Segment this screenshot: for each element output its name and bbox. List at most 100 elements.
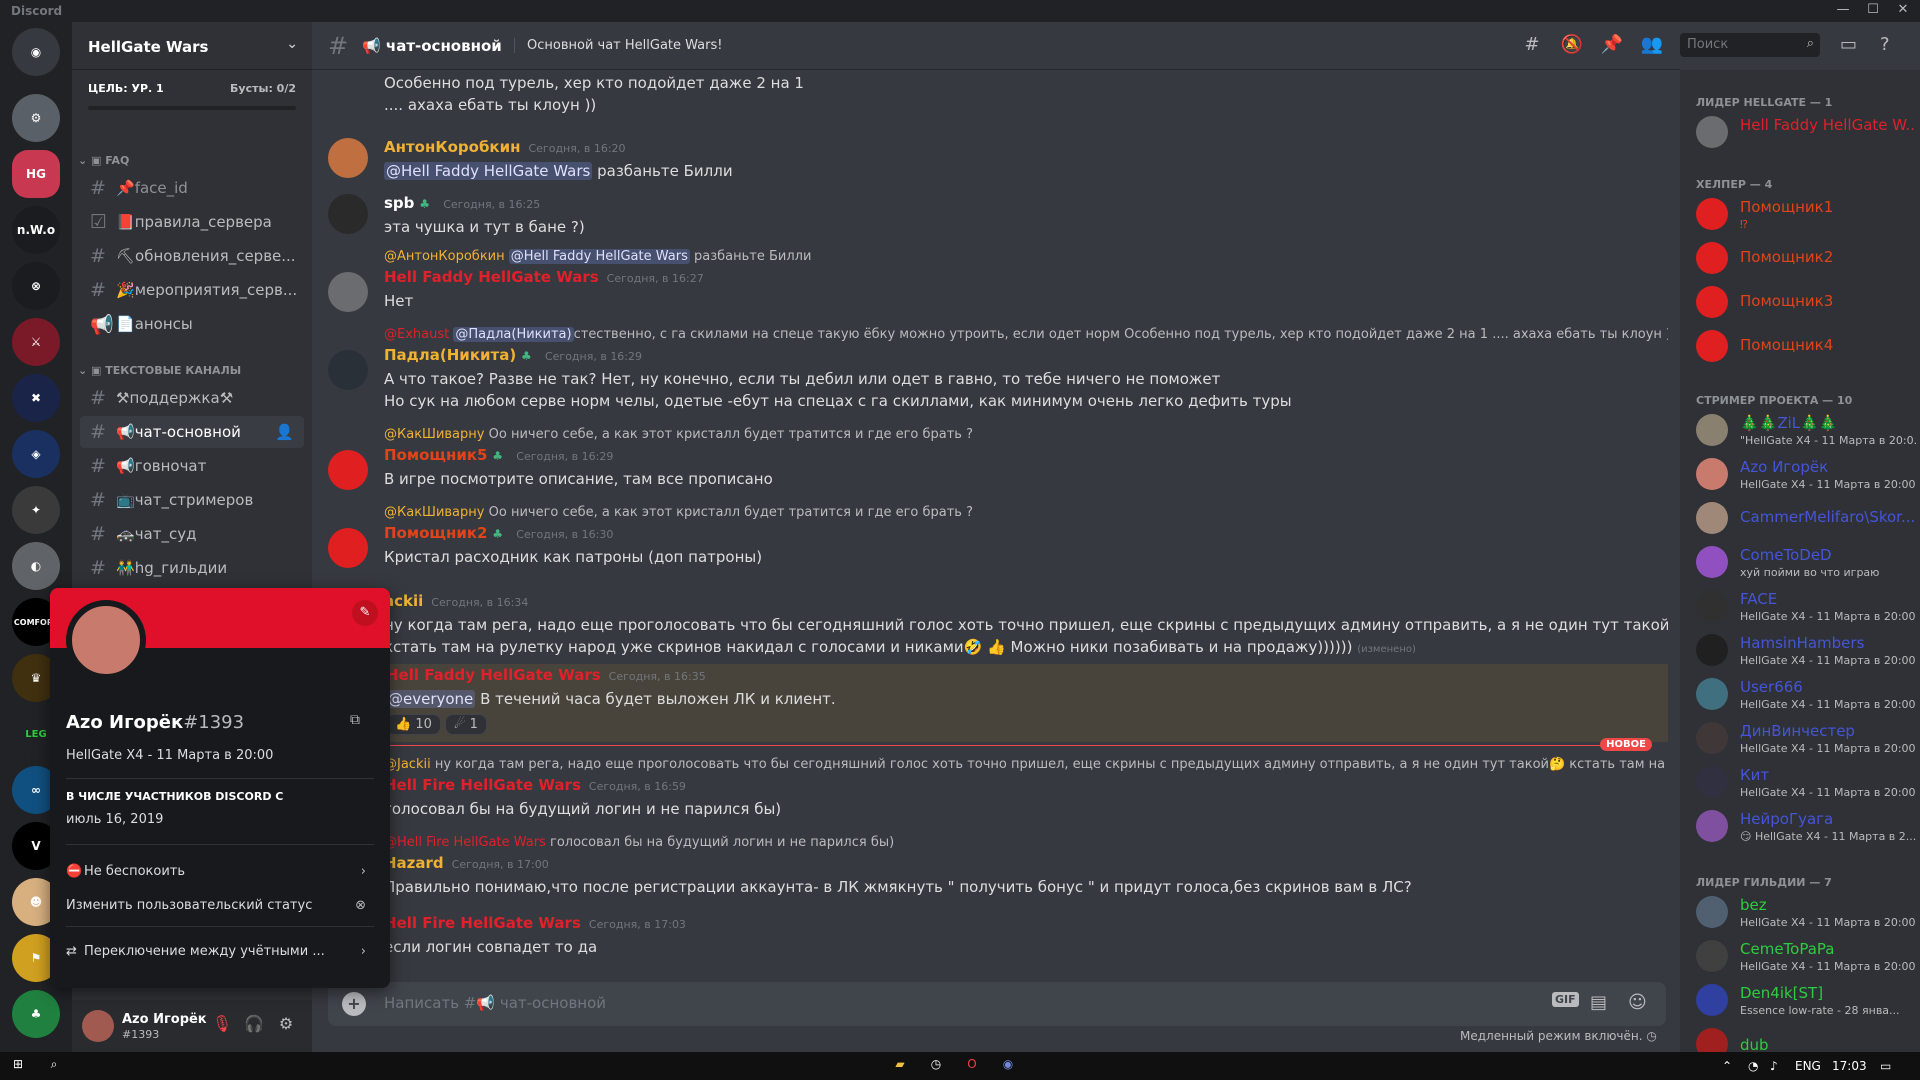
message-input[interactable]: Написать #📢 чат-основной bbox=[384, 994, 606, 1012]
gear-icon[interactable]: ⚙ bbox=[274, 1014, 298, 1038]
member-item[interactable]: Помощник3 bbox=[1696, 280, 1916, 324]
avatar[interactable] bbox=[328, 272, 368, 312]
member-item[interactable]: Помощник4 bbox=[1696, 324, 1916, 368]
reaction-thumbs-up[interactable]: 👍 10 bbox=[386, 714, 441, 735]
reply-preview[interactable]: @Jackii ну когда там рега, надо еще прог… bbox=[384, 756, 1668, 774]
member-item[interactable]: CemeToPaPa HellGate X4 - 11 Марта в 20:00 bbox=[1696, 934, 1916, 978]
pin-icon[interactable]: 📌 bbox=[1600, 34, 1624, 58]
avatar[interactable] bbox=[328, 194, 368, 234]
channel-announcements[interactable]: 📢 📄 анонсы bbox=[80, 308, 304, 340]
author-name[interactable]: Падла(Никита) bbox=[384, 346, 516, 364]
avatar[interactable] bbox=[66, 600, 146, 680]
member-item[interactable]: Hell Faddy HellGate W... bbox=[1696, 110, 1916, 154]
server-icon-hellgate[interactable]: HG bbox=[12, 150, 60, 198]
author-name[interactable]: Hell Fire HellGate Wars bbox=[384, 776, 581, 794]
channel-court[interactable]: # 🚓 чат_суд bbox=[80, 518, 304, 550]
author-name[interactable]: Hell Faddy HellGate Wars bbox=[384, 268, 599, 286]
boost-goal[interactable]: ЦЕЛЬ: УР. 1 Бусты: 0/2 bbox=[88, 78, 296, 116]
message[interactable]: @КакШиварну Оо ничего себе, а как этот к… bbox=[312, 504, 1668, 568]
server-icon[interactable]: ♣ bbox=[12, 990, 60, 1038]
server-icon[interactable]: ⚙ bbox=[12, 94, 60, 142]
change-custom-status[interactable]: Изменить пользовательский статус ⊗ bbox=[66, 890, 374, 922]
server-icon[interactable]: ✦ bbox=[12, 486, 60, 534]
author-name[interactable]: Hazard bbox=[384, 854, 444, 872]
reply-preview[interactable]: @Exhaust @Падла(Никита) стественно, с га … bbox=[384, 326, 1668, 344]
app-icon[interactable]: ◷ bbox=[926, 1057, 946, 1075]
discord-home-icon[interactable]: ◉ bbox=[12, 28, 60, 76]
opera-icon[interactable]: O bbox=[962, 1057, 982, 1075]
message[interactable]: spb ♣ Сегодня, в 16:25 эта чушка и тут в … bbox=[312, 192, 1668, 238]
server-icon-nwo[interactable]: n.W.o bbox=[12, 206, 60, 254]
member-list-icon[interactable]: 👥 bbox=[1640, 34, 1664, 58]
help-icon[interactable]: ? bbox=[1880, 34, 1890, 55]
member-item[interactable]: Azo Игорёк HellGate X4 - 11 Марта в 20:00 bbox=[1696, 452, 1916, 496]
member-item[interactable]: HamsinHambers HellGate X4 - 11 Марта в 20… bbox=[1696, 628, 1916, 672]
member-item[interactable]: Den4ik[ST] Essence low-rate - 28 янва... bbox=[1696, 978, 1916, 1022]
reply-preview[interactable]: @КакШиварну Оо ничего себе, а как этот к… bbox=[384, 426, 1668, 444]
category-faq[interactable]: ⌄ ▣ FAQ bbox=[78, 154, 129, 167]
headphones-icon[interactable]: 🎧 bbox=[242, 1014, 266, 1038]
inbox-icon[interactable]: ▭ bbox=[1840, 34, 1857, 55]
avatar[interactable] bbox=[328, 350, 368, 390]
channel-guilds[interactable]: # 👬 hg_гильдии bbox=[80, 552, 304, 584]
author-name[interactable]: Помощник5 bbox=[384, 446, 488, 464]
copy-icon[interactable]: ⧉ bbox=[350, 712, 360, 728]
avatar[interactable] bbox=[82, 1010, 114, 1042]
author-name[interactable]: Hell Faddy HellGate Wars bbox=[386, 666, 601, 684]
add-user-icon[interactable]: 👤 bbox=[275, 423, 294, 441]
volume-icon[interactable]: ♪ bbox=[1770, 1059, 1778, 1073]
server-icon[interactable]: ◈ bbox=[12, 430, 60, 478]
server-icon[interactable]: ✖ bbox=[12, 374, 60, 422]
emoji-icon[interactable]: ☺ bbox=[1628, 992, 1647, 1013]
avatar[interactable] bbox=[328, 528, 368, 568]
message[interactable]: ackii Сегодня, в 16:34 ну когда там рега,… bbox=[312, 590, 1668, 661]
discord-taskbar-icon[interactable]: ◉ bbox=[998, 1057, 1018, 1075]
message[interactable]: Hell Fire HellGate Wars Сегодня, в 17:03 … bbox=[312, 912, 1668, 958]
edit-pencil-icon[interactable]: ✎ bbox=[352, 600, 378, 626]
server-icon[interactable]: ⊗ bbox=[12, 262, 60, 310]
maximize-button[interactable]: ☐ bbox=[1858, 2, 1888, 20]
wifi-icon[interactable]: ◔ bbox=[1748, 1059, 1758, 1073]
author-name[interactable]: Hell Fire HellGate Wars bbox=[384, 914, 581, 932]
member-item[interactable]: bez HellGate X4 - 11 Марта в 20:00 bbox=[1696, 890, 1916, 934]
server-header[interactable]: HellGate Wars ⌄ bbox=[72, 22, 312, 70]
author-name[interactable]: spb bbox=[384, 194, 414, 212]
category-text-channels[interactable]: ⌄ ▣ ТЕКСТОВЫЕ КАНАЛЫ bbox=[78, 364, 241, 377]
member-item[interactable]: FACE HellGate X4 - 11 Марта в 20:00! bbox=[1696, 584, 1916, 628]
message[interactable]: @Jackii ну когда там рега, надо еще прог… bbox=[312, 756, 1668, 820]
avatar[interactable] bbox=[328, 138, 368, 178]
channel-rules[interactable]: ☑ 📕 правила_сервера bbox=[80, 206, 304, 238]
file-explorer-icon[interactable]: ▰ bbox=[890, 1057, 910, 1075]
member-item[interactable]: Кит HellGate X4 - 11 Марта в 20:00! bbox=[1696, 760, 1916, 804]
member-item[interactable]: CammerMelifaro\Skor... bbox=[1696, 496, 1916, 540]
message[interactable]: @АнтонКоробкин @Hell Faddy HellGate Wars… bbox=[312, 248, 1668, 312]
mention[interactable]: @Hell Faddy HellGate Wars bbox=[384, 162, 593, 180]
search-icon[interactable]: ⌕ bbox=[44, 1057, 64, 1075]
channel-offtopic[interactable]: # 📢 говночат bbox=[80, 450, 304, 482]
switch-accounts[interactable]: ⇄ Переключение между учётными ... › bbox=[66, 936, 374, 968]
member-item[interactable]: dub bbox=[1696, 1022, 1916, 1052]
message[interactable]: @Exhaust @Падла(Никита) стественно, с га … bbox=[312, 326, 1668, 412]
message[interactable]: АнтонКоробкин Сегодня, в 16:20 @Hell Fadd… bbox=[312, 136, 1668, 182]
message-composer[interactable]: + Написать #📢 чат-основной GIF ▤ ☺ bbox=[328, 982, 1666, 1026]
member-item[interactable]: User666 HellGate X4 - 11 Марта в 20:00! bbox=[1696, 672, 1916, 716]
reply-preview[interactable]: @АнтонКоробкин @Hell Faddy HellGate Wars… bbox=[384, 248, 1668, 266]
reaction-comet[interactable]: ☄ 1 bbox=[444, 714, 487, 735]
sticker-icon[interactable]: ▤ bbox=[1590, 992, 1607, 1013]
add-attachment-button[interactable]: + bbox=[342, 992, 366, 1016]
member-item[interactable]: Помощник1 ⁉ bbox=[1696, 192, 1916, 236]
member-item[interactable]: ComeToDeD хуй пойми во что играю bbox=[1696, 540, 1916, 584]
tray-chevron-up-icon[interactable]: ⌃ bbox=[1722, 1059, 1732, 1073]
message-highlighted[interactable]: Hell Faddy HellGate Wars Сегодня, в 16:35… bbox=[312, 664, 1668, 742]
author-name[interactable]: Помощник2 bbox=[384, 524, 488, 542]
mention-everyone[interactable]: @everyone bbox=[386, 690, 476, 708]
channel-events[interactable]: # 🎉 мероприятия_серв... bbox=[80, 274, 304, 306]
member-item[interactable]: НейроГуага 😏 HellGate X4 - 11 Марта в 2..… bbox=[1696, 804, 1916, 848]
notifications-icon[interactable]: ▭ bbox=[1880, 1059, 1891, 1073]
threads-icon[interactable]: # bbox=[1520, 34, 1544, 58]
gif-button[interactable]: GIF bbox=[1552, 992, 1579, 1007]
minimize-button[interactable]: — bbox=[1828, 2, 1858, 20]
message[interactable]: @КакШиварну Оо ничего себе, а как этот к… bbox=[312, 426, 1668, 490]
channel-face-id[interactable]: # 📌 face_id bbox=[80, 172, 304, 204]
member-item[interactable]: 🎄🎄ZiL🎄🎄 "HellGate X4 - 11 Марта в 20:0... bbox=[1696, 408, 1916, 452]
